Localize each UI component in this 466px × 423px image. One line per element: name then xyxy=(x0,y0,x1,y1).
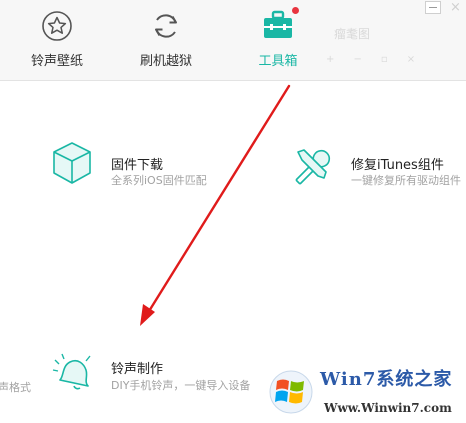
watermark-url: Www.Winwin7.com xyxy=(324,401,452,415)
annotation-arrow xyxy=(140,84,291,326)
watermark-name: Win7系统之家 xyxy=(320,369,453,390)
windows-logo-icon xyxy=(268,369,314,419)
watermark: Win7系统之家 Www.Winwin7.com xyxy=(268,363,464,421)
